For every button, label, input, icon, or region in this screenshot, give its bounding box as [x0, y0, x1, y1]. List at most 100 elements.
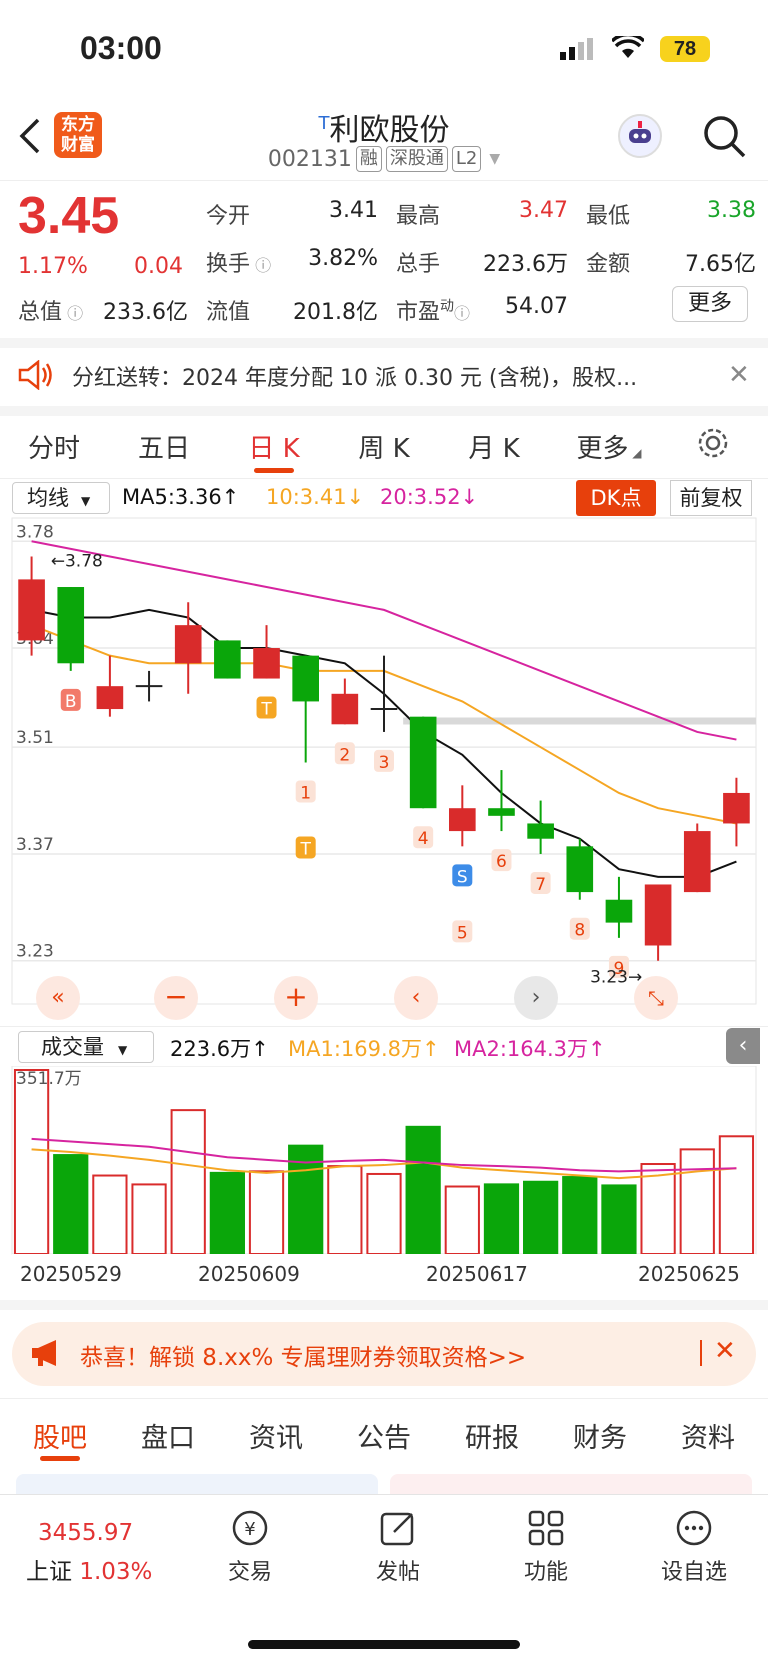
high-label: 最高	[396, 204, 441, 229]
ma-indicator-select[interactable]: 均线 ▼	[12, 482, 110, 514]
ma10-legend: 10:3.41↓	[266, 485, 365, 509]
prev-button[interactable]: ‹	[394, 976, 438, 1020]
megaphone-icon	[30, 1338, 64, 1372]
collapse-panel-icon[interactable]: ‹	[726, 1028, 760, 1064]
tab-financials[interactable]: 财务	[554, 1416, 646, 1455]
battery-level: 78	[673, 38, 697, 60]
tab-more[interactable]: 更多 ◢	[564, 428, 654, 465]
functions-button[interactable]: 功能	[496, 1508, 596, 1586]
amount-value: 7.65亿	[685, 252, 756, 277]
volume-bar	[405, 1125, 441, 1254]
tab-research[interactable]: 研报	[446, 1416, 538, 1455]
robot-avatar-icon[interactable]	[618, 114, 662, 158]
volume-ma2-line	[31, 1137, 737, 1173]
max-price-label: ←3.78	[51, 552, 103, 572]
settings-gear-icon[interactable]	[696, 426, 730, 464]
next-button[interactable]: ›	[514, 976, 558, 1020]
volume-bar	[444, 1185, 480, 1255]
tab-daily-k[interactable]: 日 K	[234, 428, 314, 465]
volume-bar	[366, 1172, 402, 1255]
more-button[interactable]: 更多	[672, 286, 748, 322]
card-left	[16, 1474, 378, 1494]
volume-bar	[327, 1165, 363, 1255]
volume-bar	[209, 1171, 245, 1254]
volume-bar	[679, 1148, 715, 1255]
add-watchlist-button[interactable]: 设自选	[644, 1508, 744, 1586]
divider	[0, 1398, 768, 1399]
stock-code: 002131	[267, 146, 352, 172]
speaker-icon	[18, 359, 54, 394]
fullscreen-button[interactable]: ⤡	[634, 976, 678, 1020]
tab-intraday[interactable]: 分时	[14, 428, 94, 465]
tab-announcements[interactable]: 公告	[338, 1416, 430, 1455]
zoom-out-button[interactable]: −	[154, 976, 198, 1020]
signal-marker: 1	[300, 783, 311, 803]
ma20-legend: 20:3.52↓	[380, 485, 479, 509]
tab-five-day[interactable]: 五日	[124, 428, 204, 465]
zoom-in-button[interactable]: +	[274, 976, 318, 1020]
volume-ma1-legend: MA1:169.8万↑	[288, 1037, 440, 1061]
trade-icon: ¥	[232, 1510, 268, 1546]
tab-order-book[interactable]: 盘口	[122, 1416, 214, 1455]
section-gap	[0, 406, 768, 416]
high-value: 3.47	[519, 198, 568, 223]
functions-label: 功能	[523, 1560, 568, 1585]
section-gap	[0, 338, 768, 348]
candle-body	[331, 693, 359, 725]
dk-point-button[interactable]: DK点	[576, 480, 656, 516]
open-label: 今开	[206, 204, 251, 229]
pe-value: 54.07	[505, 294, 568, 319]
signal-icon	[560, 38, 594, 60]
volume-bar	[53, 1154, 89, 1254]
index-value: 3455.97	[38, 1520, 134, 1546]
mcap-label: 总值 ⓘ	[18, 300, 84, 325]
trade-button[interactable]: ¥ 交易	[200, 1508, 300, 1586]
last-price: 3.45	[18, 187, 120, 245]
tag-level2: L2	[451, 146, 482, 172]
candle-body	[96, 686, 124, 710]
stock-name: 利欧股份	[329, 113, 450, 148]
candle-body	[253, 648, 280, 679]
volume-bar	[13, 1069, 50, 1255]
volume-indicator-select[interactable]: 成交量 ▼	[18, 1031, 154, 1063]
divider	[0, 1026, 768, 1027]
min-price-label: 3.23→	[590, 968, 642, 988]
signal-marker: 7	[535, 875, 546, 895]
trade-label: 交易	[227, 1560, 272, 1585]
signal-marker: 5	[457, 923, 468, 943]
promo-text[interactable]: 恭喜！解锁 8.xx% 专属理财券领取资格>>	[80, 1338, 526, 1372]
tab-news[interactable]: 资讯	[230, 1416, 322, 1455]
tab-guba[interactable]: 股吧	[14, 1416, 106, 1455]
card-right	[390, 1474, 752, 1494]
candle-body	[214, 640, 241, 679]
chevron-down-icon: ▼	[489, 151, 501, 167]
index-change: 1.03%	[79, 1559, 153, 1585]
candle-body	[57, 587, 85, 664]
volume-bar	[718, 1135, 755, 1255]
close-icon[interactable]: ✕	[728, 360, 750, 390]
status-bar: 03:00 78	[0, 0, 768, 100]
rewind-button[interactable]: «	[36, 976, 80, 1020]
index-widget[interactable]: 3455.97 上证 1.03%	[18, 1506, 178, 1596]
signal-marker: 4	[418, 829, 429, 849]
tag-margin: 融	[355, 146, 382, 172]
search-icon[interactable]	[702, 114, 746, 162]
section-gap	[0, 1300, 768, 1310]
tab-profile[interactable]: 资料	[662, 1416, 754, 1455]
index-name: 上证	[26, 1559, 72, 1585]
adjust-button[interactable]: 前复权	[670, 480, 752, 516]
promo-close-icon[interactable]: ✕	[714, 1336, 736, 1366]
signal-marker: 6	[496, 852, 507, 872]
post-button[interactable]: 发帖	[348, 1508, 448, 1586]
candle-body	[605, 899, 633, 923]
tab-weekly-k[interactable]: 周 K	[344, 428, 424, 465]
dividend-notice[interactable]: 分红送转：2024 年度分配 10 派 0.30 元 (含税)，股权...	[72, 360, 702, 392]
signal-marker: S	[457, 867, 468, 887]
promo-separator	[700, 1340, 702, 1366]
more-dots-icon	[676, 1510, 712, 1546]
y-tick-label: 3.23	[16, 942, 54, 962]
candlestick-chart[interactable]: 3.783.643.513.373.23BT1T234S56789←3.783.…	[0, 516, 768, 1026]
turnover-label: 换手 ⓘ	[206, 252, 272, 277]
candle-body	[174, 625, 202, 664]
tab-monthly-k[interactable]: 月 K	[454, 428, 534, 465]
